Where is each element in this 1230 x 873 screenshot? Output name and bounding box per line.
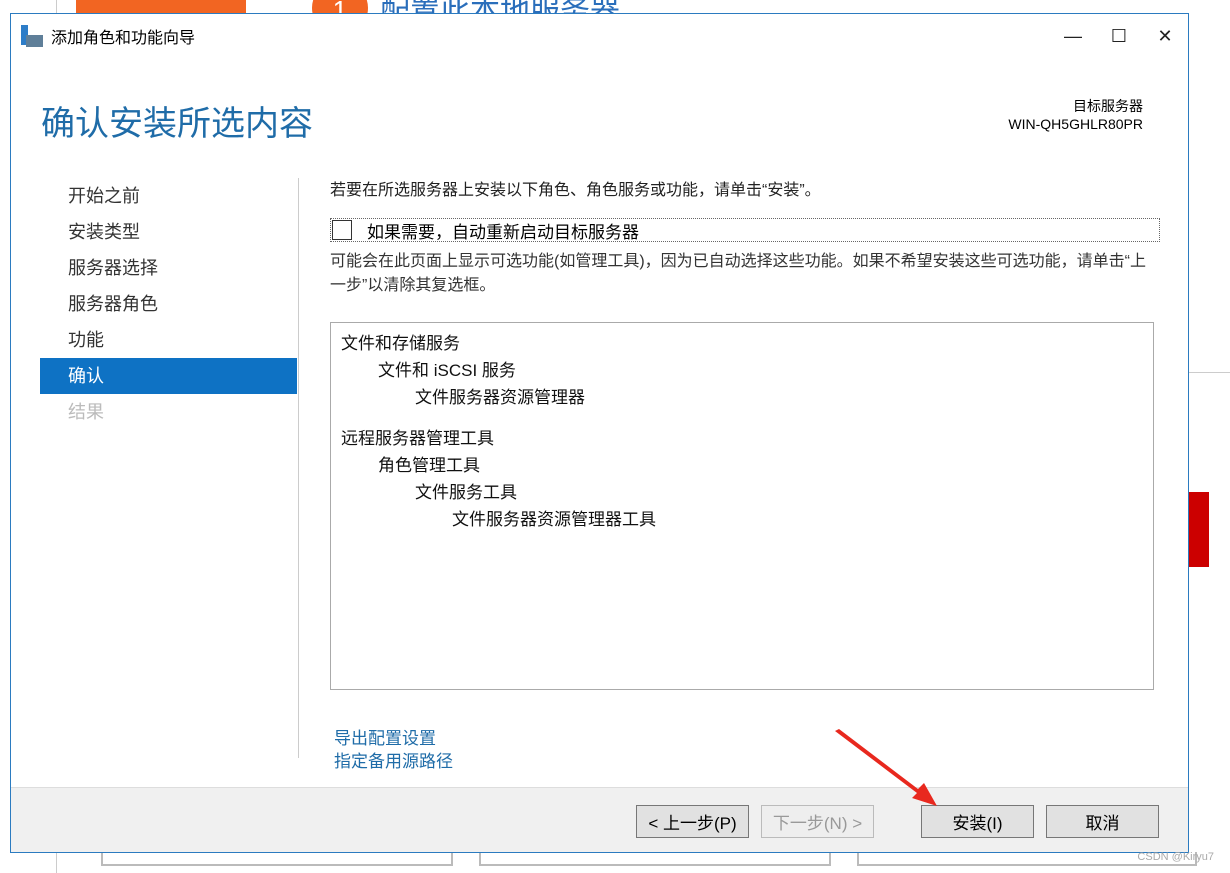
background-red-tile (1189, 492, 1209, 567)
list-item: 文件服务器资源管理器工具 (452, 510, 656, 529)
restart-checkbox-label[interactable]: 如果需要，自动重新启动目标服务器 (367, 218, 639, 243)
nav-item-server-roles[interactable]: 服务器角色 (40, 286, 297, 322)
intro-text: 若要在所选服务器上安装以下角色、角色服务或功能，请单击“安装”。 (330, 182, 821, 199)
page-header: 确认安装所选内容 目标服务器 WIN-QH5GHLR80PR (11, 58, 1188, 163)
background-box (479, 852, 831, 866)
server-manager-icon (21, 25, 43, 47)
maximize-button[interactable]: ☐ (1096, 14, 1142, 58)
alternate-source-link[interactable]: 指定备用源路径 (334, 750, 453, 773)
optional-features-note: 可能会在此页面上显示可选功能(如管理工具)，因为已自动选择这些功能。如果不希望安… (330, 253, 1146, 294)
links: 导出配置设置 指定备用源路径 (334, 727, 453, 773)
background-tile (76, 0, 246, 13)
minimize-button[interactable]: — (1050, 14, 1096, 58)
watermark: CSDN @Kiryu7 (1137, 851, 1214, 863)
nav-item-before-you-begin[interactable]: 开始之前 (40, 178, 297, 214)
target-server-label: 目标服务器 (1073, 98, 1143, 114)
title-bar[interactable]: 添加角色和功能向导 — ☐ ✕ (11, 14, 1188, 58)
wizard-dialog: 添加角色和功能向导 — ☐ ✕ 确认安装所选内容 目标服务器 WIN-QH5GH… (10, 13, 1189, 853)
close-button[interactable]: ✕ (1142, 14, 1188, 58)
nav-item-features[interactable]: 功能 (40, 322, 297, 358)
cancel-button[interactable]: 取消 (1046, 805, 1159, 838)
nav-item-server-selection[interactable]: 服务器选择 (40, 250, 297, 286)
nav-item-installation-type[interactable]: 安装类型 (40, 214, 297, 250)
selected-items-list[interactable]: 文件和存储服务 文件和 iSCSI 服务 文件服务器资源管理器 远程服务器管理工… (330, 322, 1154, 690)
wizard-nav: 开始之前 安装类型 服务器选择 服务器角色 功能 确认 结果 (40, 178, 297, 430)
page-title: 确认安装所选内容 (41, 105, 313, 143)
nav-item-results: 结果 (68, 402, 104, 422)
target-server-name: WIN-QH5GHLR80PR (1008, 116, 1143, 132)
background-box (101, 852, 453, 866)
restart-checkbox-row[interactable]: 如果需要，自动重新启动目标服务器 (330, 218, 1160, 242)
list-item: 文件和 iSCSI 服务 (378, 361, 516, 380)
previous-button[interactable]: < 上一步(P) (636, 805, 749, 838)
list-item: 角色管理工具 (378, 456, 480, 475)
list-item: 文件服务工具 (415, 483, 517, 502)
nav-item-confirmation[interactable]: 确认 (40, 358, 297, 394)
list-item: 文件和存储服务 (341, 334, 460, 353)
window-title: 添加角色和功能向导 (51, 30, 196, 47)
background-panel (1188, 372, 1230, 852)
install-button[interactable]: 安装(I) (921, 805, 1034, 838)
footer-bar: < 上一步(P) 下一步(N) > 安装(I) 取消 (11, 787, 1188, 852)
export-config-link[interactable]: 导出配置设置 (334, 727, 453, 750)
restart-checkbox[interactable] (332, 220, 352, 240)
list-item: 远程服务器管理工具 (341, 429, 494, 448)
nav-divider (298, 178, 299, 758)
next-button: 下一步(N) > (761, 805, 874, 838)
list-item: 文件服务器资源管理器 (415, 388, 585, 407)
main-content: 若要在所选服务器上安装以下角色、角色服务或功能，请单击“安装”。 如果需要，自动… (330, 174, 1160, 771)
